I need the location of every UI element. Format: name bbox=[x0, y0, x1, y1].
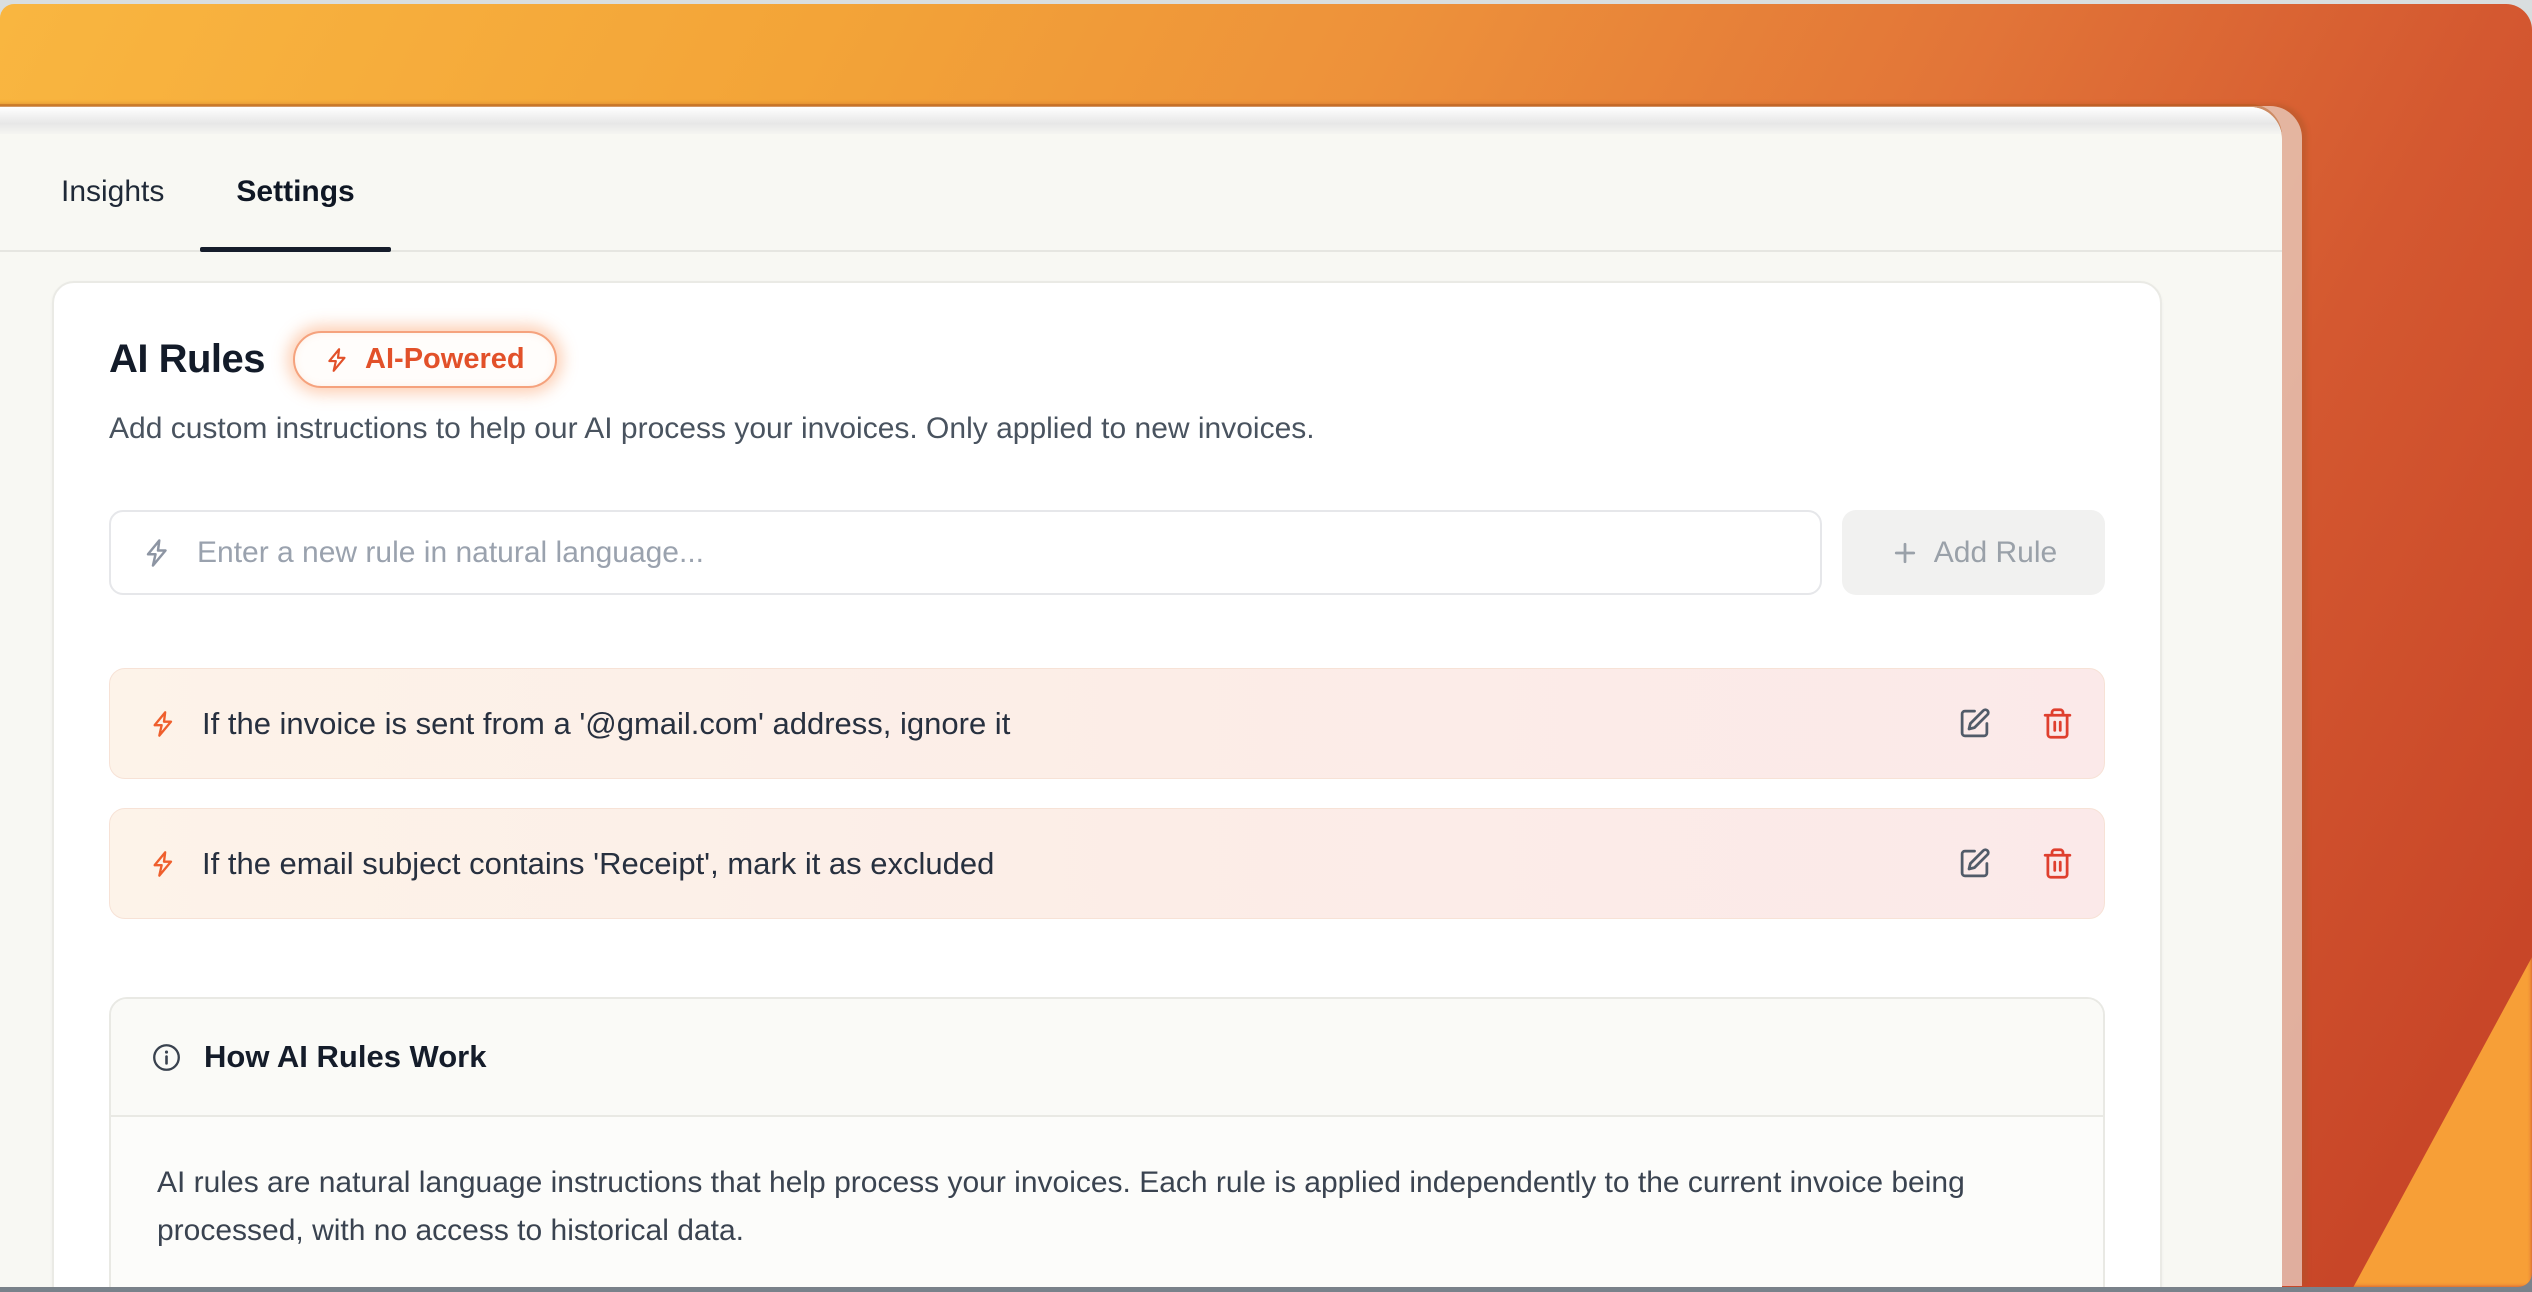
ai-powered-badge-label: AI-Powered bbox=[365, 343, 525, 375]
rule-row: If the invoice is sent from a '@gmail.co… bbox=[109, 668, 2105, 779]
plus-icon bbox=[1890, 538, 1920, 568]
how-ai-rules-work-box: How AI Rules Work AI rules are natural l… bbox=[109, 997, 2105, 1287]
ai-rules-header: AI Rules AI-Powered bbox=[109, 331, 2105, 388]
rule-text: If the email subject contains 'Receipt',… bbox=[202, 845, 995, 881]
tab-settings[interactable]: Settings bbox=[200, 134, 392, 252]
trash-icon bbox=[2041, 707, 2074, 740]
delete-rule-button[interactable] bbox=[2037, 843, 2078, 884]
rules-list: If the invoice is sent from a '@gmail.co… bbox=[109, 668, 2105, 919]
bolt-icon bbox=[325, 347, 351, 373]
new-rule-input[interactable] bbox=[197, 535, 1788, 570]
settings-content: AI Rules AI-Powered Add custom instructi… bbox=[0, 252, 2282, 1287]
how-ai-rules-work-text: AI rules are natural language instructio… bbox=[157, 1166, 1965, 1247]
edit-icon bbox=[1958, 707, 1991, 740]
app-window: Insights Settings AI Rules AI-Powered Ad… bbox=[0, 107, 2282, 1287]
wallpaper-wedge-shape bbox=[2353, 957, 2532, 1287]
edit-rule-button[interactable] bbox=[1954, 703, 1995, 744]
window-title-bar-edge bbox=[0, 107, 2282, 134]
bolt-icon bbox=[143, 538, 173, 568]
add-rule-button[interactable]: Add Rule bbox=[1842, 510, 2105, 595]
new-rule-input-container bbox=[109, 510, 1822, 595]
rule-actions bbox=[1954, 843, 2078, 884]
rule-text: If the invoice is sent from a '@gmail.co… bbox=[202, 705, 1011, 741]
tab-bar: Insights Settings bbox=[0, 134, 2282, 252]
edit-rule-button[interactable] bbox=[1954, 843, 1995, 884]
ai-rules-card: AI Rules AI-Powered Add custom instructi… bbox=[52, 281, 2162, 1287]
rule-row: If the email subject contains 'Receipt',… bbox=[109, 808, 2105, 919]
rule-actions bbox=[1954, 703, 2078, 744]
ai-powered-badge: AI-Powered bbox=[293, 331, 557, 388]
bolt-icon bbox=[150, 710, 178, 738]
ai-rules-description: Add custom instructions to help our AI p… bbox=[109, 412, 1315, 445]
trash-icon bbox=[2041, 847, 2074, 880]
bolt-icon bbox=[150, 850, 178, 878]
how-ai-rules-work-title: How AI Rules Work bbox=[204, 1039, 487, 1074]
edit-icon bbox=[1958, 847, 1991, 880]
delete-rule-button[interactable] bbox=[2037, 703, 2078, 744]
info-icon bbox=[151, 1042, 182, 1073]
page-title: AI Rules bbox=[109, 337, 266, 381]
new-rule-input-row: Add Rule bbox=[109, 510, 2105, 595]
how-ai-rules-work-body: AI rules are natural language instructio… bbox=[111, 1117, 2103, 1287]
tab-insights[interactable]: Insights bbox=[25, 134, 200, 250]
how-ai-rules-work-header: How AI Rules Work bbox=[111, 999, 2103, 1117]
add-rule-button-label: Add Rule bbox=[1933, 535, 2058, 569]
